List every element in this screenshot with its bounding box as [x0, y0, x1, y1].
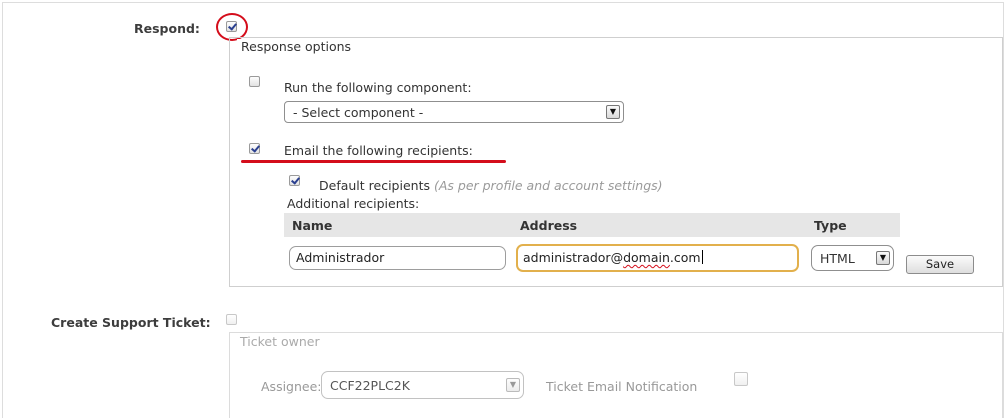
email-recipients-checkbox[interactable] — [249, 143, 260, 154]
column-header-type: Type — [814, 218, 847, 233]
assignee-label: Assignee: — [261, 379, 322, 394]
recipient-name-input[interactable]: Administrador — [289, 246, 506, 270]
respond-label: Respond: — [134, 21, 200, 36]
chevron-down-icon: ▼ — [606, 105, 620, 119]
default-recipients-hint: (As per profile and account settings) — [433, 178, 663, 193]
recipient-type-select[interactable]: HTML ▼ — [811, 245, 894, 271]
run-component-label: Run the following component: — [284, 80, 472, 95]
recipient-type-value: HTML — [820, 251, 855, 266]
support-ticket-label: Create Support Ticket: — [51, 315, 211, 330]
run-component-checkbox[interactable] — [249, 76, 260, 87]
ticket-owner-legend: Ticket owner — [236, 334, 324, 349]
recipients-table-header: Name Address Type — [284, 213, 900, 237]
chevron-down-icon: ▼ — [506, 378, 520, 392]
column-header-address: Address — [520, 218, 578, 233]
ticket-email-notification-checkbox[interactable] — [734, 372, 748, 386]
text-caret — [701, 250, 703, 264]
email-recipients-label: Email the following recipients: — [284, 143, 473, 158]
response-options-legend: Response options — [237, 39, 356, 54]
recipient-name-value: Administrador — [296, 250, 385, 265]
save-button[interactable]: Save — [906, 255, 974, 274]
assignee-value: CCF22PLC2K — [330, 378, 410, 393]
recipient-address-input[interactable]: administrador@domain.com — [516, 244, 799, 272]
column-header-name: Name — [292, 218, 333, 233]
ticket-email-notification-label: Ticket Email Notification — [546, 379, 698, 394]
recipient-address-value: administrador@domain.com — [523, 250, 703, 265]
additional-recipients-label: Additional recipients: — [287, 196, 420, 211]
default-recipients-label: Default recipients — [319, 178, 430, 193]
component-select-value: - Select component - — [293, 105, 424, 120]
support-ticket-checkbox[interactable] — [226, 314, 237, 325]
component-select[interactable]: - Select component - ▼ — [284, 101, 624, 123]
default-recipients-text: Default recipients (As per profile and a… — [319, 178, 663, 193]
spellcheck-underline: domain — [623, 250, 670, 265]
assignee-select[interactable]: CCF22PLC2K ▼ — [321, 371, 524, 399]
chevron-down-icon: ▼ — [876, 251, 890, 265]
default-recipients-checkbox[interactable] — [289, 175, 300, 186]
annotation-underline — [241, 160, 506, 163]
